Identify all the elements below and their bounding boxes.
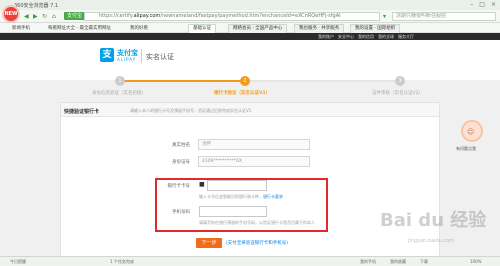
browser-logo[interactable]: NEW [2, 5, 20, 23]
status-item[interactable]: 我的手机 [360, 259, 376, 265]
tab[interactable]: 我也服务 · 共享服务 [294, 24, 345, 33]
minimize-button[interactable]: – [470, 1, 473, 8]
tab[interactable]: 我的设置 · 国际组织 [350, 24, 401, 33]
step-2-dot: 2 [240, 76, 250, 86]
status-tasks: 1 个任务完成 [110, 259, 134, 264]
tab[interactable]: 网络会员 · 全国产品中心 [228, 24, 288, 33]
bookmarks-bar: 新闻手机 每看网址大全 - 最全最实用网址 我的好看 基础认证 网络会员 · 全… [0, 23, 500, 33]
header-divider [141, 49, 142, 63]
phone-input[interactable] [199, 206, 267, 217]
status-reminder[interactable]: 今日提醒 [10, 259, 26, 265]
step-1-label: 身份信息验证（实名初级） [92, 91, 146, 96]
refresh-icon[interactable]: ↻ [42, 13, 47, 20]
alipay-logo-icon[interactable]: 支 [100, 48, 114, 62]
step-3-label: 证件审核（实名认证V2） [372, 91, 423, 96]
browser-titlebar: 360安全浏览器 7.1 – □ × [0, 0, 500, 10]
bookmark-item[interactable]: 我的好看 [130, 25, 148, 31]
card-hint: 输入卡号后会智能识别银行和卡种，银行卡要求 [199, 194, 283, 200]
step-2-label: 银行卡验证（实名认证V1） [214, 91, 271, 96]
close-button[interactable]: × [491, 1, 496, 8]
status-item[interactable]: 我的收藏 [390, 259, 406, 265]
card-label: 银行卡卡号 [167, 184, 191, 189]
watermark-url: jingyan.baidu.com [408, 238, 455, 244]
tip-text: 请输入本人的银行卡号及预留手机号，验证通过后即完成实名认证V1 [130, 108, 252, 113]
phone-label: 手机号码 [172, 210, 190, 215]
status-item[interactable]: 下载 [420, 259, 428, 265]
name-label: 真实姓名 [172, 143, 190, 148]
home-icon[interactable]: ⌂ [52, 13, 56, 20]
bookmark-item[interactable]: 新闻手机 [12, 25, 30, 31]
id-field: 4309**********6X [198, 156, 310, 167]
name-field: 汤怀 [198, 139, 310, 150]
app-title: 360安全浏览器 7.1 [14, 3, 59, 9]
card-number-input[interactable] [207, 180, 267, 191]
back-icon[interactable]: ◀ [24, 13, 29, 20]
dropdown-icon[interactable]: ▾ [383, 13, 386, 20]
id-label: 身份证号 [172, 160, 190, 165]
watermark: Bai du 经验 [380, 210, 487, 231]
bookmark-item[interactable]: 每看网址大全 - 最全最实用网址 [48, 25, 111, 31]
address-bar[interactable]: https://certify.alipay.com/newnameland/f… [84, 12, 380, 21]
url-rest: /newnameland/fastpay/paymethod.htm?encha… [160, 13, 341, 19]
search-input[interactable]: 凉期只赚很叫新任服拍 [392, 12, 496, 21]
smile-icon: ☺ [467, 128, 475, 136]
secure-site-tag[interactable]: 支付宝 [64, 12, 86, 20]
lock-icon: ■ [199, 181, 205, 188]
url-domain: alipay.com [133, 13, 161, 19]
zoom-level[interactable]: 100% [470, 259, 481, 264]
navigation-bar: ◀ ▶ ↻ ⌂ 支付宝 https://certify.alipay.com/n… [0, 10, 500, 23]
step-1-dot: 1 [115, 76, 125, 86]
steps-progress [120, 80, 245, 82]
tip-title: 快捷验证银行卡 [64, 109, 100, 115]
alipay-en-name: ALIPAY [117, 57, 137, 62]
card-requirements-link[interactable]: 银行卡要求 [263, 194, 283, 199]
forward-icon[interactable]: ▶ [33, 13, 38, 20]
tab-active[interactable]: 基础认证 [188, 24, 216, 33]
search-placeholder: 凉期只赚很叫新任服拍 [396, 13, 447, 19]
status-bar: 今日提醒 1 个任务完成 我的手机 我的收藏 下载 100% [0, 256, 500, 266]
step-3-dot: 3 [395, 76, 405, 86]
card-hint-text: 输入卡号后会智能识别银行和卡种， [199, 194, 263, 199]
maximize-button[interactable]: □ [479, 1, 485, 8]
verify-note-link[interactable]: (支付宝将验证银行卡和手机号) [226, 240, 288, 246]
phone-hint: 请填写你在银行预留的手机号码，以验证银行卡是否归属于你本人 [199, 220, 315, 225]
next-button[interactable]: 下一步 [196, 238, 222, 248]
help-label[interactable]: 有问题点我 [456, 146, 476, 152]
alipay-top-nav: 我的账户 安全中心 我的信用 我的全球 服务大厅 [0, 33, 500, 40]
page-title: 实名认证 [146, 53, 174, 61]
url-prefix: https://certify. [99, 13, 134, 19]
window-controls: – □ × [470, 1, 496, 8]
page-header [0, 40, 500, 80]
